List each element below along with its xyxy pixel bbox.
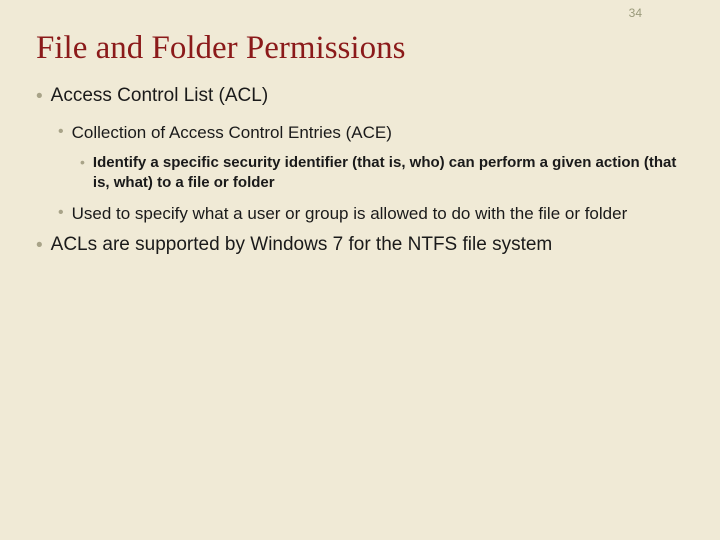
bullet-icon: • <box>58 203 64 224</box>
list-item: • Access Control List (ACL) <box>36 85 684 110</box>
bullet-text: Access Control List (ACL) <box>51 85 269 107</box>
bullet-icon: • <box>36 234 43 259</box>
list-item: • Used to specify what a user or group i… <box>58 203 684 226</box>
bullet-text: ACLs are supported by Windows 7 for the … <box>51 234 553 256</box>
bullet-icon: • <box>36 85 43 110</box>
bullet-text: Used to specify what a user or group is … <box>72 203 628 226</box>
bullet-icon: • <box>58 122 64 143</box>
bullet-icon: • <box>80 153 85 171</box>
page-number: 34 <box>629 6 642 20</box>
list-item: • Identify a specific security identifie… <box>80 153 684 194</box>
bullet-text: Collection of Access Control Entries (AC… <box>72 122 392 145</box>
bullet-list: • Access Control List (ACL) • Collection… <box>36 85 684 259</box>
list-item: • Collection of Access Control Entries (… <box>58 122 684 145</box>
slide-title: File and Folder Permissions <box>36 30 684 67</box>
list-item: • ACLs are supported by Windows 7 for th… <box>36 234 684 259</box>
bullet-text: Identify a specific security identifier … <box>93 153 684 194</box>
